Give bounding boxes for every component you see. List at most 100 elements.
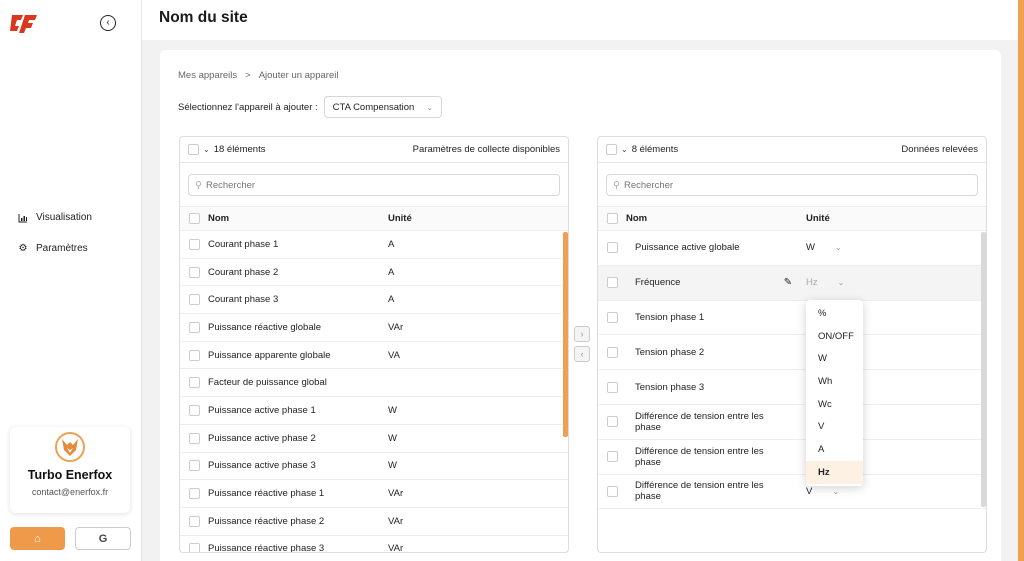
- chevron-down-icon[interactable]: ⌄: [621, 145, 628, 154]
- list-scrollbar[interactable]: [563, 232, 568, 437]
- row-checkbox[interactable]: [188, 349, 200, 361]
- collapse-sidebar-button[interactable]: ‹: [100, 15, 116, 31]
- home-button[interactable]: ⌂: [10, 527, 65, 550]
- home-icon: ⌂: [34, 532, 41, 545]
- row-checkbox[interactable]: [188, 515, 200, 527]
- row-checkbox[interactable]: [188, 432, 200, 444]
- search-field[interactable]: ⚲: [606, 174, 978, 196]
- google-button[interactable]: G: [75, 527, 131, 550]
- device-select[interactable]: CTA Compensation ⌄: [323, 96, 443, 118]
- row-checkbox[interactable]: [606, 381, 618, 393]
- row-unit: VAr: [388, 321, 404, 333]
- item-count: 8 éléments: [631, 144, 679, 155]
- table-row[interactable]: Puissance réactive phase 3 VAr: [180, 536, 568, 553]
- table-row[interactable]: Tension phase 3: [598, 370, 986, 405]
- unit-select[interactable]: V ⌄: [806, 486, 866, 497]
- available-params-panel: ⌄ 18 éléments Paramètres de collecte dis…: [179, 136, 569, 553]
- unit-option[interactable]: W: [806, 347, 863, 370]
- brand-logo[interactable]: [10, 12, 38, 34]
- device-select-value: CTA Compensation: [332, 101, 415, 113]
- row-checkbox[interactable]: [188, 377, 200, 389]
- row-checkbox[interactable]: [606, 485, 618, 497]
- unit-option[interactable]: Wh: [806, 370, 863, 393]
- header-checkbox[interactable]: [188, 213, 200, 224]
- unit-option[interactable]: Hz: [806, 460, 863, 484]
- list-scrollbar[interactable]: [981, 232, 986, 507]
- unit-select-value: V: [806, 485, 813, 497]
- unit-option[interactable]: %: [806, 302, 863, 325]
- col-name: Nom: [208, 213, 230, 224]
- select-all-checkbox[interactable]: [606, 144, 617, 155]
- row-checkbox[interactable]: [606, 311, 618, 323]
- chevron-down-icon: ⌄: [834, 243, 842, 253]
- nav-item-parametres[interactable]: ⚙ Paramètres: [18, 243, 88, 254]
- nav-item-visualisation[interactable]: Visualisation: [18, 212, 92, 223]
- search-input[interactable]: [205, 179, 506, 191]
- search-icon: ⚲: [613, 179, 620, 191]
- search-field[interactable]: ⚲: [188, 174, 560, 196]
- row-name: Différence de tension entre les phase: [635, 445, 764, 468]
- breadcrumb-my-devices[interactable]: Mes appareils: [178, 70, 237, 81]
- move-left-button[interactable]: ‹: [574, 346, 590, 362]
- table-row[interactable]: Courant phase 2 A: [180, 259, 568, 287]
- move-right-button[interactable]: ›: [574, 326, 590, 342]
- table-row[interactable]: Tension phase 1: [598, 301, 986, 336]
- header-checkbox[interactable]: [606, 213, 618, 224]
- table-row[interactable]: Puissance réactive globale VAr: [180, 314, 568, 342]
- table-row[interactable]: Différence de tension entre les phase: [598, 405, 986, 440]
- table-row[interactable]: Puissance active phase 1 W: [180, 397, 568, 425]
- row-name: Courant phase 3: [208, 294, 279, 306]
- table-row[interactable]: Puissance active globale W ⌄: [598, 231, 986, 266]
- row-unit: VAr: [388, 543, 404, 553]
- row-name: Puissance active phase 3: [208, 460, 316, 472]
- search-input[interactable]: [623, 179, 924, 191]
- unit-select-value: Hz: [806, 277, 818, 289]
- table-row[interactable]: Courant phase 3 A: [180, 286, 568, 315]
- table-row[interactable]: Puissance réactive phase 2 VAr: [180, 508, 568, 536]
- select-all-checkbox[interactable]: [188, 144, 199, 155]
- row-checkbox[interactable]: [188, 294, 200, 306]
- gear-icon: ⚙: [18, 243, 28, 254]
- table-row[interactable]: Puissance apparente globale VA: [180, 342, 568, 370]
- row-checkbox[interactable]: [188, 488, 200, 500]
- row-name: Tension phase 1: [635, 311, 705, 323]
- unit-select[interactable]: W ⌄: [806, 242, 866, 253]
- table-row[interactable]: Tension phase 2: [598, 335, 986, 371]
- table-row[interactable]: Fréquence ✎ Hz ⌄: [598, 265, 986, 301]
- unit-option[interactable]: V: [806, 415, 863, 438]
- panel-header: ⌄ 18 éléments Paramètres de collecte dis…: [180, 137, 568, 163]
- unit-option[interactable]: Wc: [806, 393, 863, 416]
- table-row[interactable]: Puissance active phase 2 W: [180, 425, 568, 453]
- row-checkbox[interactable]: [606, 346, 618, 358]
- nav-item-label: Paramètres: [36, 243, 88, 254]
- row-name: Puissance réactive phase 2: [208, 515, 325, 527]
- unit-option[interactable]: A: [806, 438, 863, 461]
- table-row[interactable]: Puissance active phase 3 W: [180, 453, 568, 481]
- row-checkbox[interactable]: [188, 238, 200, 250]
- avatar: [55, 432, 85, 462]
- row-checkbox[interactable]: [188, 404, 200, 416]
- unit-select[interactable]: Hz ⌄: [806, 277, 866, 288]
- col-unit: Unité: [806, 213, 830, 224]
- row-checkbox[interactable]: [606, 242, 618, 254]
- table-row[interactable]: Puissance réactive phase 1 VAr: [180, 480, 568, 508]
- chevron-down-icon[interactable]: ⌄: [203, 145, 210, 154]
- row-checkbox[interactable]: [188, 460, 200, 472]
- row-checkbox[interactable]: [188, 543, 200, 552]
- row-checkbox[interactable]: [606, 451, 618, 463]
- row-checkbox[interactable]: [606, 416, 618, 428]
- page-title: Nom du site: [159, 9, 248, 26]
- unit-option[interactable]: ON/OFF: [806, 325, 863, 348]
- table-row[interactable]: Différence de tension entre les phase V ⌄: [598, 475, 986, 510]
- table-row[interactable]: Courant phase 1 A: [180, 231, 568, 259]
- chevron-left-icon: ‹: [580, 349, 584, 359]
- panel-title: Paramètres de collecte disponibles: [412, 144, 560, 155]
- breadcrumb-add-device: Ajouter un appareil: [258, 70, 339, 81]
- pencil-icon[interactable]: ✎: [784, 277, 792, 288]
- page-scrollbar[interactable]: [1018, 0, 1024, 561]
- row-checkbox[interactable]: [606, 277, 618, 289]
- table-row[interactable]: Différence de tension entre les phase: [598, 440, 986, 475]
- table-row[interactable]: Facteur de puissance global: [180, 369, 568, 398]
- row-checkbox[interactable]: [188, 321, 200, 333]
- row-checkbox[interactable]: [188, 266, 200, 278]
